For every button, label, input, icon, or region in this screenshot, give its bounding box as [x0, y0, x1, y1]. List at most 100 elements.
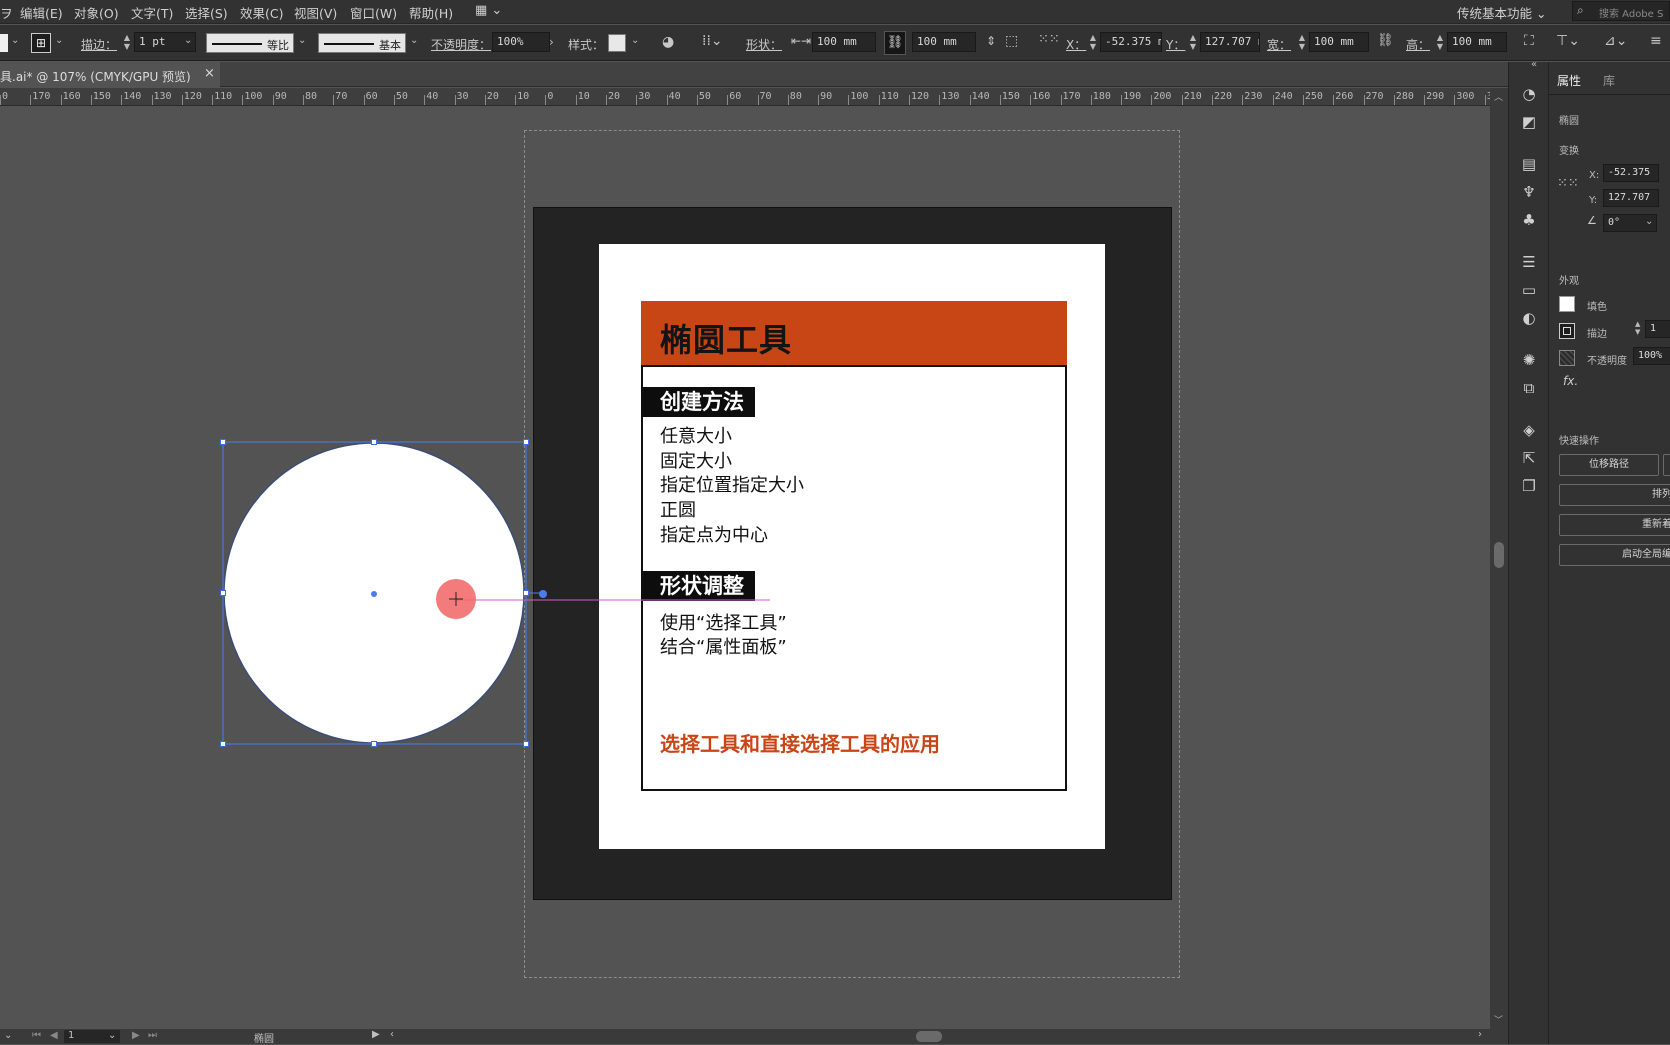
menu-window[interactable]: 窗口(W)	[350, 3, 397, 22]
fill-dropdown-icon[interactable]: ⌄	[11, 35, 19, 46]
brush-dropdown-icon[interactable]: ⌄	[410, 35, 418, 46]
document-tab[interactable]: 具.ai* @ 107% (CMYK/GPU 预览) ×	[0, 62, 220, 87]
horizontal-ruler[interactable]: 0 170 160 150 140 130 120 110 100 90 80 70 60 50 40 30 2…	[0, 88, 1492, 106]
angle-dropdown-icon[interactable]: ⌄	[1645, 216, 1653, 227]
status-menu-icon[interactable]: ▶	[372, 1029, 380, 1040]
arrange-documents-icon[interactable]: ▦ ⌄	[475, 3, 502, 18]
hscroll-right-icon[interactable]: ›	[1478, 1029, 1482, 1040]
align-icon[interactable]: ⊤⌄	[1556, 33, 1580, 49]
artboard-dropdown-icon[interactable]: ⌄	[108, 1030, 116, 1041]
expand-button[interactable]	[1663, 454, 1670, 476]
variable-width-profile[interactable]: 等比	[206, 33, 294, 53]
arrange-button[interactable]: 排列	[1559, 484, 1670, 506]
graphic-styles-icon[interactable]: ⧉	[1519, 378, 1539, 398]
profile-dropdown-icon[interactable]: ⌄	[298, 35, 306, 46]
hscroll-thumb[interactable]	[916, 1031, 942, 1042]
handle-middle-left[interactable]	[220, 590, 226, 596]
height-field[interactable]: 100 mm	[1447, 32, 1507, 52]
shape-width-field[interactable]: 100 mm	[812, 32, 876, 52]
stroke-stepper-icon[interactable]: ▲ ▼	[122, 33, 132, 53]
scroll-up-icon[interactable]: ︿	[1494, 90, 1503, 103]
panel-menu-icon[interactable]: ≡	[1650, 33, 1662, 49]
x-field[interactable]: -52.375 m	[1100, 32, 1162, 52]
canvas[interactable]: 椭圆工具 创建方法 任意大小 固定大小 指定位置指定大小 正圆 指定点为中心 形…	[0, 107, 1490, 1029]
stroke-weight-dropdown-icon[interactable]: ⌄	[184, 35, 192, 46]
height-label[interactable]: 高：	[1406, 36, 1430, 53]
scroll-down-icon[interactable]: ﹀	[1494, 1013, 1503, 1026]
offset-path-button[interactable]: 位移路径	[1559, 454, 1659, 476]
width-stepper-icon[interactable]: ▲ ▼	[1297, 33, 1307, 53]
tab-properties[interactable]: 属性	[1557, 72, 1581, 89]
shape-label[interactable]: 形状：	[746, 36, 782, 53]
opacity-arrow-icon[interactable]: ›	[549, 35, 554, 49]
panel-y-field[interactable]: 127.707	[1603, 189, 1659, 207]
y-stepper-icon[interactable]: ▲ ▼	[1188, 33, 1198, 53]
menu-edit[interactable]: 编辑(E)	[20, 3, 63, 22]
artboards-icon[interactable]: ❐	[1519, 476, 1539, 496]
y-label[interactable]: Y：	[1166, 36, 1185, 53]
menu-type[interactable]: 文字(T)	[131, 3, 173, 22]
layers-icon[interactable]: ◈	[1519, 420, 1539, 440]
fill-swatch[interactable]	[0, 34, 8, 52]
width-label[interactable]: 宽：	[1267, 36, 1291, 53]
handle-bottom-left[interactable]	[220, 741, 226, 747]
bounding-box-icon[interactable]: ⬚	[1005, 33, 1018, 49]
fx-effects-icon[interactable]: fx.	[1563, 374, 1578, 388]
next-page-icon[interactable]: ▶	[132, 1030, 140, 1041]
scroll-thumb[interactable]	[1494, 542, 1504, 568]
style-dropdown-icon[interactable]: ⌄	[631, 35, 639, 46]
fill-color-swatch[interactable]	[1559, 296, 1575, 312]
opacity-field[interactable]: 100%	[492, 32, 550, 52]
color-guide-icon[interactable]: ◔	[1519, 84, 1539, 104]
y-field[interactable]: 127.707 m	[1200, 32, 1260, 52]
menu-help[interactable]: 帮助(H)	[409, 3, 453, 22]
stroke-color-swatch[interactable]	[1559, 323, 1575, 339]
export-icon[interactable]: ⇱	[1519, 448, 1539, 468]
search-field[interactable]: ⌕ 搜索 Adobe S	[1572, 1, 1670, 21]
panel-x-field[interactable]: -52.375	[1603, 164, 1659, 182]
tab-library[interactable]: 库	[1603, 72, 1615, 89]
club-symbol-icon[interactable]: ♣	[1519, 210, 1539, 230]
shape-height-field[interactable]: 100 mm	[912, 32, 976, 52]
vertical-scrollbar[interactable]: ︿ ﹀	[1490, 88, 1508, 1029]
pie-widget-handle[interactable]	[539, 590, 547, 598]
opacity-swatch-icon[interactable]	[1559, 350, 1575, 366]
panel-stroke-field[interactable]: 1	[1645, 320, 1670, 338]
last-page-icon[interactable]: ⏭	[148, 1030, 157, 1041]
handle-top-middle[interactable]	[371, 439, 377, 445]
workspace-switcher[interactable]: 传统基本功能 ⌄	[1457, 3, 1546, 22]
menu-app[interactable]: ヲ	[0, 3, 13, 22]
symbols-icon[interactable]: ♆	[1519, 182, 1539, 202]
handle-middle-right[interactable]	[523, 590, 529, 596]
gradient-icon[interactable]: ▭	[1519, 280, 1539, 300]
handle-bottom-right[interactable]	[523, 741, 529, 747]
handle-bottom-middle[interactable]	[371, 741, 377, 747]
brushes-icon[interactable]: ▤	[1519, 154, 1539, 174]
x-label[interactable]: X：	[1066, 36, 1086, 53]
height-stepper-icon[interactable]: ▲ ▼	[1435, 33, 1445, 53]
transparency-icon[interactable]: ◐	[1519, 308, 1539, 328]
close-tab-icon[interactable]: ×	[204, 66, 215, 81]
stroke-panel-icon[interactable]: ☰	[1519, 252, 1539, 272]
align-grid-icon[interactable]: ⁞⁞⌄	[702, 33, 723, 49]
panel-stroke-stepper-icon[interactable]: ▲ ▼	[1635, 320, 1640, 336]
collapse-panels-icon[interactable]: «	[1531, 59, 1537, 70]
reference-point-grid-icon[interactable]: ⁙⁙	[1557, 176, 1579, 191]
isolate-icon[interactable]: ⊿⌄	[1604, 33, 1627, 49]
opacity-label[interactable]: 不透明度：	[431, 36, 491, 53]
menu-view[interactable]: 视图(V)	[294, 3, 337, 22]
stroke-swatch[interactable]: ⊞	[31, 33, 51, 53]
transform-icon[interactable]: ⛶	[1524, 33, 1534, 49]
swatches-icon[interactable]: ◩	[1519, 112, 1539, 132]
link-width-height-icon[interactable]: ⛓	[1377, 33, 1394, 48]
stroke-color-dropdown-icon[interactable]: ⌄	[55, 35, 63, 46]
graphic-style-swatch[interactable]	[608, 34, 626, 52]
prev-page-icon[interactable]: ◀	[50, 1030, 58, 1041]
menu-effect[interactable]: 效果(C)	[240, 3, 283, 22]
recolor-artwork-icon[interactable]: ◕	[662, 34, 674, 50]
zoom-dropdown-icon[interactable]: ⌄	[4, 1030, 12, 1041]
menu-object[interactable]: 对象(O)	[74, 3, 119, 22]
width-field[interactable]: 100 mm	[1309, 32, 1369, 52]
handle-top-right[interactable]	[523, 439, 529, 445]
hscroll-left-icon[interactable]: ‹	[390, 1029, 394, 1040]
